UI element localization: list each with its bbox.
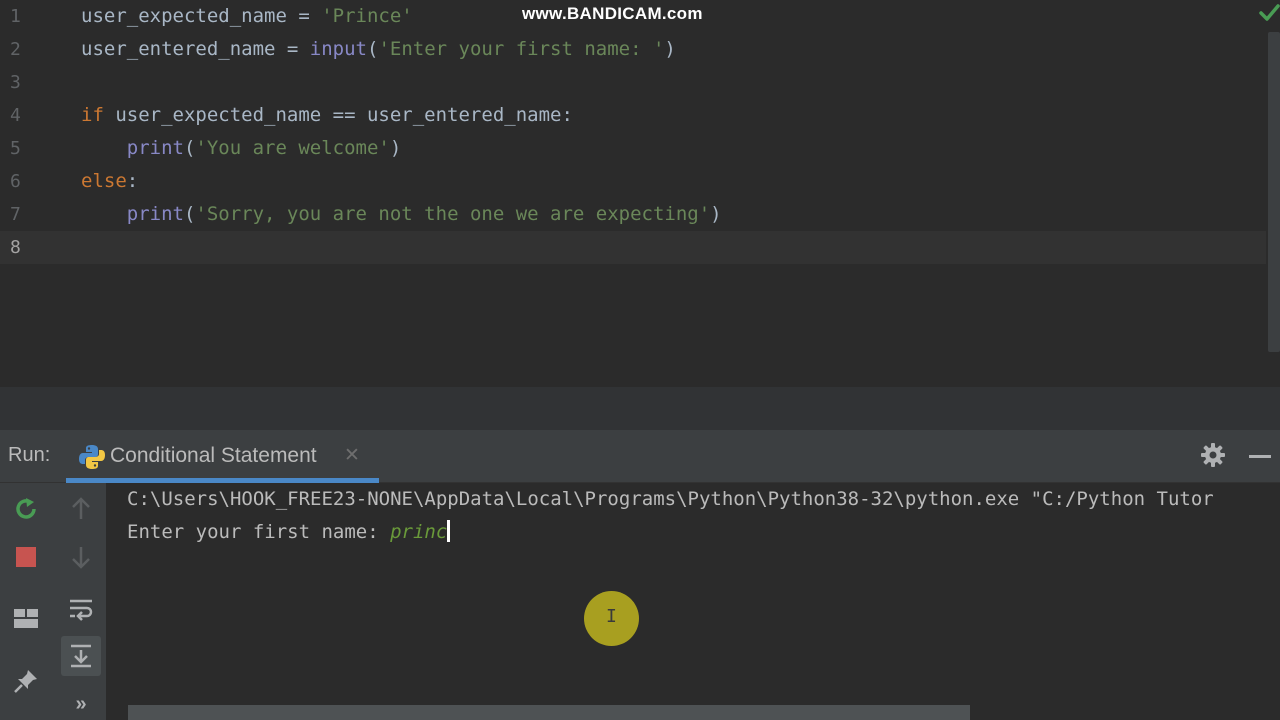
code-line[interactable]: 3 — [0, 66, 1266, 99]
python-icon — [79, 445, 105, 469]
line-number: 4 — [10, 105, 21, 126]
code-editor[interactable]: 1 user_expected_name = 'Prince' 2 user_ente… — [0, 0, 1280, 387]
close-icon[interactable]: ✕ — [344, 444, 360, 467]
down-arrow-icon — [72, 547, 90, 569]
code-token: 'You are welcome' — [195, 137, 390, 159]
run-toolbar: » — [0, 483, 106, 720]
console-command-line: C:\Users\HOOK_FREE23-NONE\AppData\Local\… — [127, 488, 1214, 510]
panel-splitter[interactable] — [0, 387, 1280, 430]
code-token: print — [81, 203, 184, 225]
tab-title: Conditional Statement — [110, 444, 317, 467]
code-line[interactable]: 8 — [0, 231, 1266, 264]
check-icon — [1259, 4, 1280, 21]
code-line[interactable]: 4 if user_expected_name == user_entered_n… — [0, 99, 1266, 132]
soft-wrap-icon — [70, 599, 93, 621]
scroll-to-end-icon — [71, 644, 91, 668]
code-line[interactable]: 2 user_entered_name = input('Enter your f… — [0, 33, 1266, 66]
code-line[interactable]: 7 print('Sorry, you are not the one we a… — [0, 198, 1266, 231]
up-arrow-icon — [72, 497, 90, 519]
editor-scrollbar[interactable] — [1268, 32, 1280, 352]
scroll-to-end-button[interactable] — [61, 636, 101, 676]
more-icon[interactable]: » — [61, 684, 101, 720]
minimize-icon[interactable] — [1249, 455, 1271, 458]
gear-icon[interactable] — [1199, 441, 1227, 469]
input-prompt: Enter your first name: — [127, 521, 391, 543]
scroll-down-button[interactable] — [61, 537, 101, 577]
code-text: print('You are welcome') — [81, 132, 402, 165]
layout-icon — [14, 609, 38, 628]
code-token: 'Prince' — [321, 5, 413, 27]
watermark: www.BANDICAM.com — [522, 4, 703, 23]
code-token: ) — [389, 137, 402, 159]
rerun-icon — [16, 498, 36, 519]
code-token: user_expected_name = — [81, 5, 322, 27]
console-input-line: Enter your first name: princ — [127, 516, 451, 549]
code-token: ( — [183, 203, 196, 225]
code-token: : — [126, 170, 139, 192]
console-output[interactable]: C:\Users\HOOK_FREE23-NONE\AppData\Local\… — [127, 483, 1280, 703]
code-token: 'Sorry, you are not the one we are expec… — [195, 203, 711, 225]
code-token: user_expected_name == user_entered_name: — [115, 104, 573, 126]
line-number: 1 — [10, 6, 21, 27]
scroll-up-button[interactable] — [61, 489, 101, 529]
code-token: ) — [664, 38, 676, 60]
console-horizontal-scrollbar[interactable] — [128, 705, 970, 720]
user-input-text[interactable]: princ — [390, 521, 447, 543]
code-line[interactable]: 6 else: — [0, 165, 1266, 198]
code-token: user_entered_name = — [81, 38, 310, 60]
line-number: 6 — [10, 171, 21, 192]
layout-button[interactable] — [6, 599, 46, 639]
code-token: 'Enter your first name: ' — [378, 38, 665, 60]
soft-wrap-button[interactable] — [61, 589, 101, 629]
code-line[interactable]: 5 print('You are welcome') — [0, 132, 1266, 165]
code-token: input — [309, 38, 367, 60]
code-token: ) — [710, 203, 722, 225]
code-token: ( — [366, 38, 379, 60]
code-token: print — [81, 137, 184, 159]
code-token: if — [81, 104, 116, 126]
code-text: print('Sorry, you are not the one we are… — [81, 198, 722, 231]
line-number: 5 — [10, 138, 21, 159]
run-label: Run: — [8, 444, 51, 466]
text-cursor-icon: I — [606, 606, 617, 627]
rerun-button[interactable] — [6, 489, 46, 529]
text-caret — [447, 520, 451, 542]
code-text: else: — [81, 165, 138, 198]
code-text: if user_expected_name == user_entered_na… — [81, 99, 573, 132]
line-number: 7 — [10, 204, 21, 225]
stop-button[interactable] — [6, 537, 46, 577]
stop-icon — [16, 547, 36, 567]
line-number: 8 — [10, 237, 21, 258]
code-text: user_entered_name = input('Enter your fi… — [81, 33, 676, 66]
pin-icon — [14, 670, 37, 693]
pin-button[interactable] — [6, 661, 46, 701]
code-text: user_expected_name = 'Prince' — [81, 0, 413, 33]
line-number: 3 — [10, 72, 21, 93]
line-number: 2 — [10, 39, 21, 60]
run-panel-header: Run: Conditional Statement ✕ — [0, 430, 1280, 483]
code-token: else — [81, 170, 127, 192]
tab-conditional-statement[interactable]: Conditional Statement ✕ — [66, 430, 379, 483]
code-token: ( — [183, 137, 196, 159]
